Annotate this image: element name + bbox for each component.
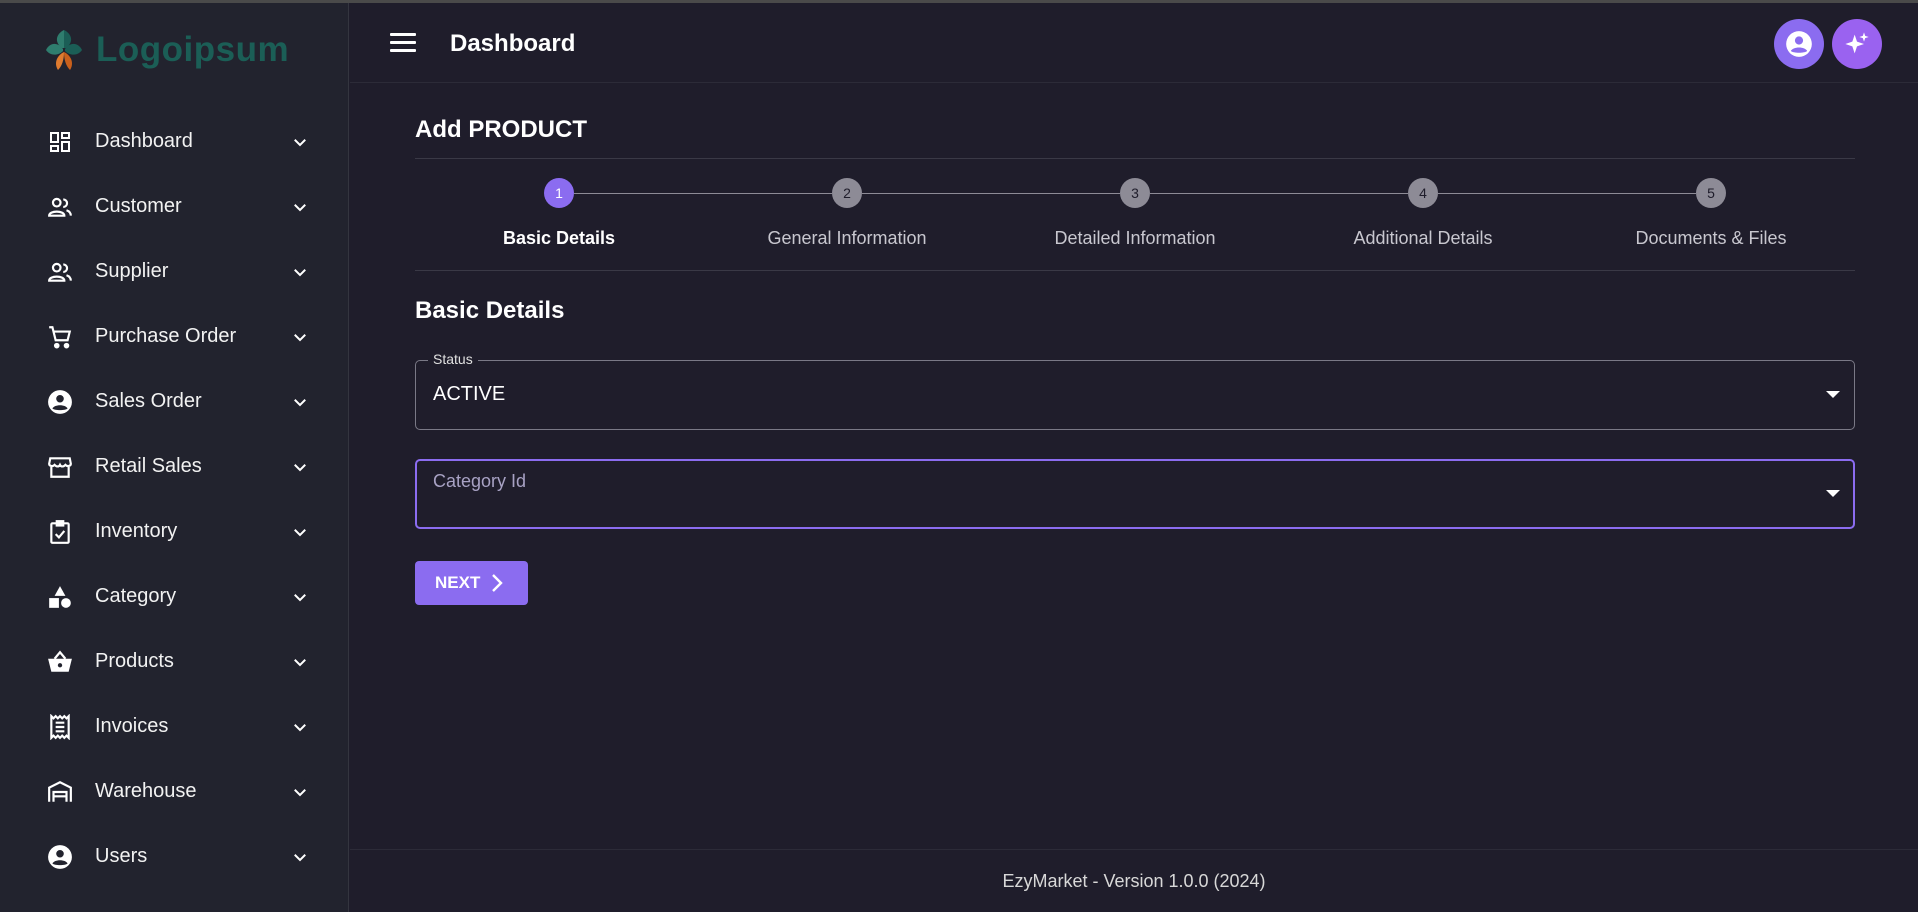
dashboard-icon xyxy=(46,128,74,156)
people-icon xyxy=(46,193,74,221)
chevron-down-icon xyxy=(294,528,306,536)
account-circle-icon xyxy=(1786,31,1812,57)
step-number: 4 xyxy=(1408,178,1438,208)
sidebar-item-label: Inventory xyxy=(95,520,178,542)
warehouse-icon xyxy=(46,778,74,806)
divider xyxy=(415,158,1855,159)
sidebar-item-retail-sales[interactable]: Retail Sales xyxy=(0,434,348,499)
step-number: 2 xyxy=(832,178,862,208)
logo-text: Logoipsum xyxy=(96,30,290,69)
sidebar-item-partial[interactable] xyxy=(0,889,348,912)
shapes-icon xyxy=(46,583,74,611)
step-number: 1 xyxy=(544,178,574,208)
chevron-down-icon xyxy=(294,723,306,731)
ai-assistant-button[interactable] xyxy=(1832,19,1882,69)
sidebar: Logoipsum Dashboard Customer Supplier Pu… xyxy=(0,3,349,912)
step-number: 5 xyxy=(1696,178,1726,208)
divider xyxy=(415,270,1855,271)
chevron-down-icon xyxy=(294,203,306,211)
sidebar-item-label: Sales Order xyxy=(95,390,202,412)
sidebar-item-invoices[interactable]: Invoices xyxy=(0,694,348,759)
sidebar-item-label: Invoices xyxy=(95,715,169,737)
dropdown-arrow-icon xyxy=(1826,490,1840,497)
sidebar-item-label: Retail Sales xyxy=(95,455,202,477)
sidebar-item-label: Customer xyxy=(95,195,182,217)
step-detailed-information[interactable]: 3 Detailed Information xyxy=(991,178,1279,249)
chevron-down-icon xyxy=(294,593,306,601)
gear-icon xyxy=(46,908,74,912)
category-id-placeholder: Category Id xyxy=(433,471,527,491)
sidebar-nav: Dashboard Customer Supplier Purchase Ord… xyxy=(0,109,348,912)
sidebar-item-products[interactable]: Products xyxy=(0,629,348,694)
step-general-information[interactable]: 2 General Information xyxy=(703,178,991,249)
sidebar-item-label: Category xyxy=(95,585,177,607)
chevron-down-icon xyxy=(294,138,306,146)
step-number: 3 xyxy=(1120,178,1150,208)
sidebar-item-purchase-order[interactable]: Purchase Order xyxy=(0,304,348,369)
top-header: Dashboard xyxy=(350,3,1918,83)
people-icon xyxy=(46,258,74,286)
section-title: Basic Details xyxy=(415,297,565,324)
profile-button[interactable] xyxy=(1774,19,1824,69)
sidebar-item-supplier[interactable]: Supplier xyxy=(0,239,348,304)
sidebar-item-users[interactable]: Users xyxy=(0,824,348,889)
receipt-icon xyxy=(46,713,74,741)
status-value: ACTIVE xyxy=(433,383,506,405)
clipboard-check-icon xyxy=(46,518,74,546)
step-label: General Information xyxy=(767,228,927,248)
sidebar-item-warehouse[interactable]: Warehouse xyxy=(0,759,348,824)
sidebar-item-label: Supplier xyxy=(95,260,169,282)
logo[interactable]: Logoipsum xyxy=(44,23,289,77)
chevron-down-icon xyxy=(294,658,306,666)
sidebar-item-label: Products xyxy=(95,650,174,672)
sparkle-icon xyxy=(1845,32,1869,54)
sidebar-item-label: Purchase Order xyxy=(95,325,237,347)
stepper: 1 Basic Details 2 General Information 3 … xyxy=(415,178,1855,258)
step-documents-files[interactable]: 5 Documents & Files xyxy=(1567,178,1855,249)
sidebar-item-customer[interactable]: Customer xyxy=(0,174,348,239)
menu-toggle-icon[interactable] xyxy=(390,33,416,53)
account-circle-icon xyxy=(46,388,74,416)
dropdown-arrow-icon xyxy=(1826,391,1840,398)
status-select[interactable]: Status ACTIVE xyxy=(415,351,1855,430)
sidebar-item-label: Warehouse xyxy=(95,780,197,802)
sidebar-item-label: Dashboard xyxy=(95,130,193,152)
next-button-label: NEXT xyxy=(435,573,481,592)
page-title: Dashboard xyxy=(450,30,576,57)
storefront-icon xyxy=(46,453,74,481)
chevron-down-icon xyxy=(294,853,306,861)
category-id-select[interactable]: Category Id xyxy=(415,459,1855,529)
chevron-down-icon xyxy=(294,788,306,796)
sidebar-item-category[interactable]: Category xyxy=(0,564,348,629)
sidebar-item-label: Users xyxy=(95,845,148,867)
step-label: Basic Details xyxy=(502,228,616,248)
account-circle-icon xyxy=(46,843,74,871)
sidebar-item-sales-order[interactable]: Sales Order xyxy=(0,369,348,434)
version-text: EzyMarket - Version 1.0.0 (2024) xyxy=(1002,870,1266,891)
cart-icon xyxy=(46,323,74,351)
basket-icon xyxy=(46,648,74,676)
footer: EzyMarket - Version 1.0.0 (2024) xyxy=(350,849,1918,912)
step-basic-details[interactable]: 1 Basic Details xyxy=(415,178,703,249)
chevron-down-icon xyxy=(294,463,306,471)
chevron-right-icon xyxy=(492,574,504,592)
step-additional-details[interactable]: 4 Additional Details xyxy=(1279,178,1567,249)
chevron-down-icon xyxy=(294,268,306,276)
step-label: Additional Details xyxy=(1353,228,1493,248)
step-label: Detailed Information xyxy=(1054,228,1216,248)
logo-mark-icon xyxy=(46,30,82,70)
next-button[interactable]: NEXT xyxy=(415,561,528,605)
form-title: Add PRODUCT xyxy=(415,116,587,143)
chevron-down-icon xyxy=(294,398,306,406)
step-label: Documents & Files xyxy=(1635,228,1787,248)
status-label: Status xyxy=(428,351,478,367)
sidebar-item-inventory[interactable]: Inventory xyxy=(0,499,348,564)
sidebar-item-dashboard[interactable]: Dashboard xyxy=(0,109,348,174)
chevron-down-icon xyxy=(294,333,306,341)
